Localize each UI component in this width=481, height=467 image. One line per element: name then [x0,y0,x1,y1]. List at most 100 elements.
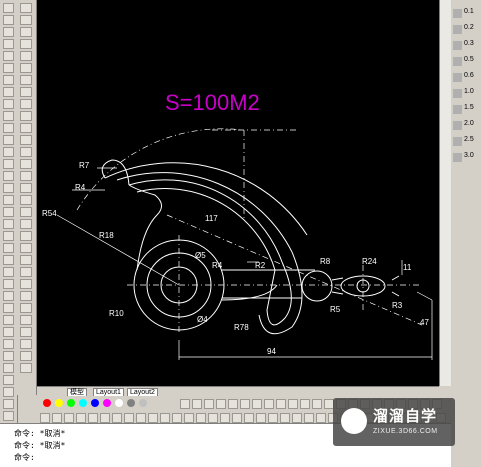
toolbar-button[interactable] [52,413,62,423]
toolbar-button[interactable] [20,123,32,133]
lineweight-0[interactable]: 0.1 [464,8,474,15]
toolbar-button[interactable] [232,413,242,423]
toolbar-button[interactable] [148,413,158,423]
toolbar-button[interactable] [20,303,32,313]
toolbar-button[interactable] [20,63,32,73]
toolbar-button[interactable] [3,87,14,97]
toolbar-button[interactable] [20,27,32,37]
toolbar-button[interactable] [3,183,14,193]
toolbar-button[interactable] [3,411,14,421]
toolbar-button[interactable] [3,363,14,373]
toolbar-button[interactable] [20,267,32,277]
lineweight-1[interactable]: 0.2 [464,24,474,31]
toolbar-button[interactable] [20,183,32,193]
toolbar-button[interactable] [20,255,32,265]
toolbar-button[interactable] [184,413,194,423]
toolbar-button[interactable] [264,399,274,409]
toolbar-button[interactable] [208,413,218,423]
toolbar-button[interactable] [20,51,32,61]
toolbar-button[interactable] [256,413,266,423]
toolbar-button[interactable] [3,159,14,169]
lineweight-4[interactable]: 0.6 [464,72,474,79]
toolbar-button[interactable] [20,171,32,181]
toolbar-button[interactable] [3,195,14,205]
drawing-canvas[interactable]: R7 R4 R54 R18 R10 R4 R2 R8 R24 R5 R3 94 … [37,0,439,386]
toolbar-button[interactable] [240,399,250,409]
toolbar-button[interactable] [300,399,310,409]
toolbar-button[interactable] [3,75,14,85]
toolbar-button[interactable] [180,399,190,409]
color-red[interactable] [43,399,51,407]
toolbar-button[interactable] [288,399,298,409]
toolbar-button[interactable] [312,399,322,409]
lineweight-9[interactable]: 3.0 [464,152,474,159]
toolbar-button[interactable] [124,413,134,423]
toolbar-button[interactable] [20,279,32,289]
toolbar-button[interactable] [112,413,122,423]
color-yellow[interactable] [55,399,63,407]
toolbar-button[interactable] [136,413,146,423]
toolbar-button[interactable] [172,413,182,423]
toolbar-button[interactable] [20,111,32,121]
color-magenta[interactable] [103,399,111,407]
toolbar-button[interactable] [20,327,32,337]
toolbar-button[interactable] [3,243,14,253]
toolbar-button[interactable] [228,399,238,409]
color-cyan[interactable] [79,399,87,407]
toolbar-button[interactable] [20,87,32,97]
toolbar-button[interactable] [292,413,302,423]
toolbar-button[interactable] [3,291,14,301]
toolbar-button[interactable] [3,303,14,313]
toolbar-button[interactable] [20,207,32,217]
toolbar-button[interactable] [76,413,86,423]
toolbar-button[interactable] [20,99,32,109]
toolbar-button[interactable] [88,413,98,423]
lineweight-5[interactable]: 1.0 [464,88,474,95]
toolbar-button[interactable] [3,255,14,265]
toolbar-button[interactable] [20,75,32,85]
lineweight-2[interactable]: 0.3 [464,40,474,47]
toolbar-button[interactable] [3,99,14,109]
toolbar-button[interactable] [3,399,14,409]
toolbar-button[interactable] [3,267,14,277]
toolbar-button[interactable] [3,3,14,13]
toolbar-button[interactable] [40,413,50,423]
command-prompt[interactable]: 命令: [14,452,35,463]
toolbar-button[interactable] [3,351,14,361]
toolbar-button[interactable] [20,195,32,205]
toolbar-button[interactable] [20,147,32,157]
toolbar-button[interactable] [100,413,110,423]
toolbar-button[interactable] [276,399,286,409]
toolbar-button[interactable] [244,413,254,423]
toolbar-button[interactable] [20,231,32,241]
color-gray[interactable] [127,399,135,407]
lineweight-8[interactable]: 2.5 [464,136,474,143]
toolbar-button[interactable] [3,279,14,289]
toolbar-button[interactable] [3,27,14,37]
toolbar-button[interactable] [3,15,14,25]
toolbar-button[interactable] [196,413,206,423]
toolbar-button[interactable] [20,219,32,229]
toolbar-button[interactable] [192,399,202,409]
toolbar-button[interactable] [3,231,14,241]
toolbar-button[interactable] [20,339,32,349]
toolbar-button[interactable] [64,413,74,423]
toolbar-button[interactable] [20,291,32,301]
toolbar-button[interactable] [3,327,14,337]
toolbar-button[interactable] [3,375,14,385]
lineweight-7[interactable]: 2.0 [464,120,474,127]
toolbar-button[interactable] [20,243,32,253]
toolbar-button[interactable] [3,315,14,325]
toolbar-button[interactable] [280,413,290,423]
color-white[interactable] [115,399,123,407]
toolbar-button[interactable] [216,399,226,409]
toolbar-button[interactable] [160,413,170,423]
toolbar-button[interactable] [3,111,14,121]
toolbar-button[interactable] [20,39,32,49]
lineweight-3[interactable]: 0.5 [464,56,474,63]
color-green[interactable] [67,399,75,407]
toolbar-button[interactable] [20,15,32,25]
toolbar-button[interactable] [3,171,14,181]
toolbar-button[interactable] [204,399,214,409]
toolbar-button[interactable] [20,351,32,361]
